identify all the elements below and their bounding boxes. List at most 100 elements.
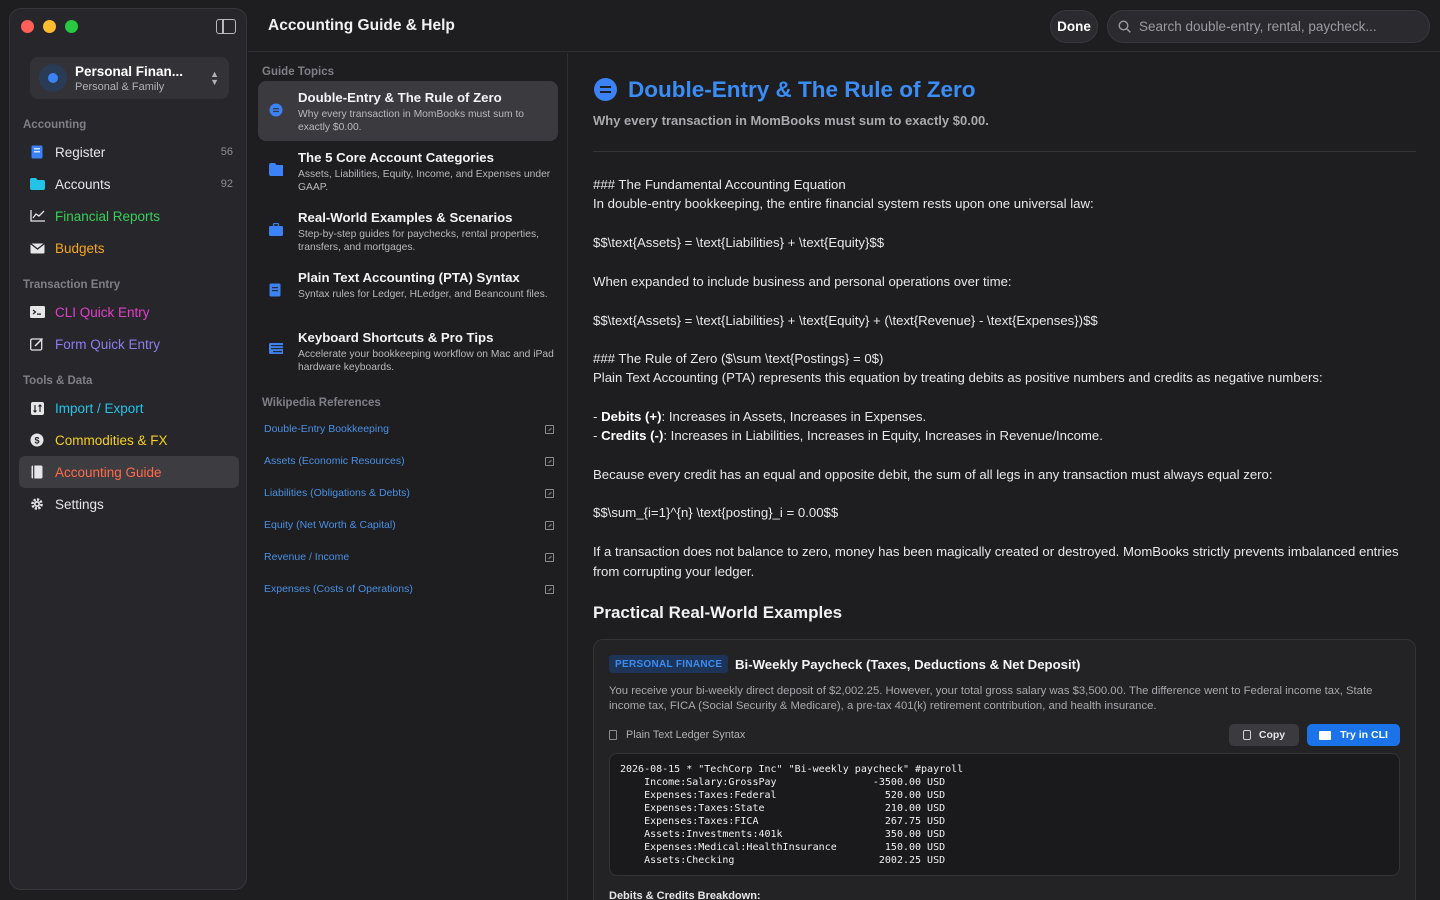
- paragraph-expanded: When expanded to include business and pe…: [593, 274, 1012, 289]
- sidebar-item-budgets[interactable]: Budgets: [19, 232, 239, 264]
- search-icon: [1118, 20, 1131, 33]
- done-button[interactable]: Done: [1050, 10, 1098, 43]
- profile-switcher[interactable]: Personal Finan... Personal & Family ▲ ▼: [30, 57, 229, 99]
- minimize-window-button[interactable]: [43, 20, 56, 33]
- article-content: Double-Entry & The Rule of Zero Why ever…: [569, 53, 1440, 900]
- debits-text: : Increases in Assets, Increases in Expe…: [661, 409, 927, 424]
- paragraph-pta: Plain Text Accounting (PTA) represents t…: [593, 370, 1323, 385]
- chevron-up-down-icon: ▲ ▼: [210, 69, 219, 87]
- external-link-icon: [545, 425, 554, 434]
- zoom-window-button[interactable]: [65, 20, 78, 33]
- topic-description: Why every transaction in MomBooks must s…: [298, 109, 525, 133]
- dollar-icon: $: [29, 432, 45, 448]
- section-title-accounting: Accounting: [23, 119, 87, 131]
- sidebar-item-import-export[interactable]: Import / Export: [19, 392, 239, 424]
- copy-button[interactable]: Copy: [1229, 724, 1299, 746]
- ref-link-revenue[interactable]: Revenue / Income: [264, 551, 554, 569]
- paragraph-sum-zero: Because every credit has an equal and op…: [593, 467, 1273, 482]
- topic-keyboard-shortcuts[interactable]: Keyboard Shortcuts & Pro Tips Accelerate…: [258, 321, 558, 381]
- cli-label: Try in CLI: [1340, 729, 1388, 741]
- wikipedia-references-title: Wikipedia References: [262, 397, 381, 409]
- topic-pta-syntax[interactable]: Plain Text Accounting (PTA) Syntax Synta…: [258, 261, 558, 321]
- page-title: Accounting Guide & Help: [268, 17, 455, 34]
- copy-label: Copy: [1258, 729, 1286, 741]
- article-title: Double-Entry & The Rule of Zero: [628, 77, 976, 102]
- svg-text:$: $: [34, 436, 39, 446]
- sidebar-item-label: Form Quick Entry: [55, 336, 161, 352]
- topic-double-entry[interactable]: Double-Entry & The Rule of Zero Why ever…: [258, 81, 558, 141]
- bullet-credits: - Credits (-): Increases in Liabilities,…: [593, 428, 1103, 443]
- profile-subtitle: Personal & Family: [75, 80, 165, 93]
- window-controls: [21, 20, 78, 33]
- topic-description: Step-by-step guides for paychecks, renta…: [298, 229, 539, 253]
- keyboard-icon: [269, 343, 283, 354]
- count-badge: 92: [220, 178, 233, 190]
- external-link-icon: [545, 521, 554, 530]
- topic-title: Double-Entry & The Rule of Zero: [298, 90, 502, 105]
- topic-description: Assets, Liabilities, Equity, Income, and…: [298, 169, 551, 193]
- sidebar-item-label: Import / Export: [55, 400, 144, 416]
- ref-link-double-entry[interactable]: Double-Entry Bookkeeping: [264, 423, 554, 441]
- sidebar-toggle-icon[interactable]: [216, 19, 236, 34]
- topic-real-world-examples[interactable]: Real-World Examples & Scenarios Step-by-…: [258, 201, 558, 261]
- sidebar-item-label: Financial Reports: [55, 208, 161, 224]
- ref-link-expenses[interactable]: Expenses (Costs of Operations): [264, 583, 554, 601]
- debits-label: Debits (+): [601, 409, 662, 424]
- sidebar-item-commodities-fx[interactable]: $ Commodities & FX: [19, 424, 239, 456]
- ref-link-equity[interactable]: Equity (Net Worth & Capital): [264, 519, 554, 537]
- paragraph-imbalance: If a transaction does not balance to zer…: [593, 544, 1399, 579]
- folder-icon: [29, 176, 45, 192]
- sidebar-item-cli-quick-entry[interactable]: CLI Quick Entry: [19, 296, 239, 328]
- search-field[interactable]: [1107, 10, 1430, 43]
- topic-title: The 5 Core Account Categories: [298, 150, 494, 165]
- sidebar-item-label: Accounting Guide: [55, 464, 162, 480]
- equals-icon: [269, 103, 283, 117]
- sidebar-item-label: Budgets: [55, 240, 105, 256]
- ref-link-label: Assets (Economic Resources): [264, 455, 405, 467]
- sidebar-item-settings[interactable]: Settings: [19, 488, 239, 520]
- sidebar-item-label: CLI Quick Entry: [55, 304, 150, 320]
- book-icon: [29, 464, 45, 480]
- sidebar-item-label: Commodities & FX: [55, 432, 168, 448]
- topic-description: Syntax rules for Ledger, HLedger, and Be…: [298, 289, 548, 300]
- chart-icon: [29, 208, 45, 224]
- sidebar-item-label: Settings: [55, 496, 104, 512]
- document-icon: [609, 730, 617, 740]
- topic-title: Keyboard Shortcuts & Pro Tips: [298, 330, 494, 345]
- search-input[interactable]: [1139, 19, 1409, 34]
- bullet-debits: - Debits (+): Increases in Assets, Incre…: [593, 409, 927, 424]
- equation-expanded: $$\text{Assets} = \text{Liabilities} + \…: [593, 313, 1098, 328]
- equals-icon: [594, 78, 617, 101]
- sidebar-item-financial-reports[interactable]: Financial Reports: [19, 200, 239, 232]
- ref-link-liabilities[interactable]: Liabilities (Obligations & Debts): [264, 487, 554, 505]
- sidebar-item-accounting-guide[interactable]: Accounting Guide: [19, 456, 239, 488]
- envelope-icon: [29, 240, 45, 256]
- try-in-cli-button[interactable]: Try in CLI: [1307, 724, 1400, 746]
- equation-sum: $$\sum_{i=1}^{n} \text{posting}_i = 0.00…: [593, 505, 839, 520]
- example-card: PERSONAL FINANCE Bi-Weekly Paycheck (Tax…: [593, 639, 1416, 900]
- ref-link-label: Expenses (Costs of Operations): [264, 583, 413, 595]
- guide-topics-title: Guide Topics: [262, 66, 334, 78]
- document-icon: [269, 283, 281, 297]
- edit-icon: [29, 336, 45, 352]
- sidebar-item-accounts[interactable]: Accounts 92: [19, 168, 239, 200]
- briefcase-icon: [269, 223, 283, 236]
- topic-core-categories[interactable]: The 5 Core Account Categories Assets, Li…: [258, 141, 558, 201]
- topic-title: Plain Text Accounting (PTA) Syntax: [298, 270, 520, 285]
- external-link-icon: [545, 489, 554, 498]
- breakdown-heading: Debits & Credits Breakdown:: [609, 890, 761, 900]
- credits-text: : Increases in Liabilities, Increases in…: [663, 428, 1103, 443]
- sidebar-item-form-quick-entry[interactable]: Form Quick Entry: [19, 328, 239, 360]
- ref-link-assets[interactable]: Assets (Economic Resources): [264, 455, 554, 473]
- example-description: You receive your bi-weekly direct deposi…: [609, 685, 1373, 712]
- ledger-code-block: 2026-08-15 * "TechCorp Inc" "Bi-weekly p…: [609, 753, 1400, 876]
- profile-name: Personal Finan...: [75, 63, 184, 79]
- sidebar-item-register[interactable]: Register 56: [19, 136, 239, 168]
- examples-heading: Practical Real-World Examples: [593, 603, 843, 622]
- divider: [593, 151, 1416, 152]
- import-export-icon: [29, 400, 45, 416]
- ref-link-label: Revenue / Income: [264, 551, 350, 563]
- external-link-icon: [545, 457, 554, 466]
- close-window-button[interactable]: [21, 20, 34, 33]
- section-title-transaction-entry: Transaction Entry: [23, 279, 121, 291]
